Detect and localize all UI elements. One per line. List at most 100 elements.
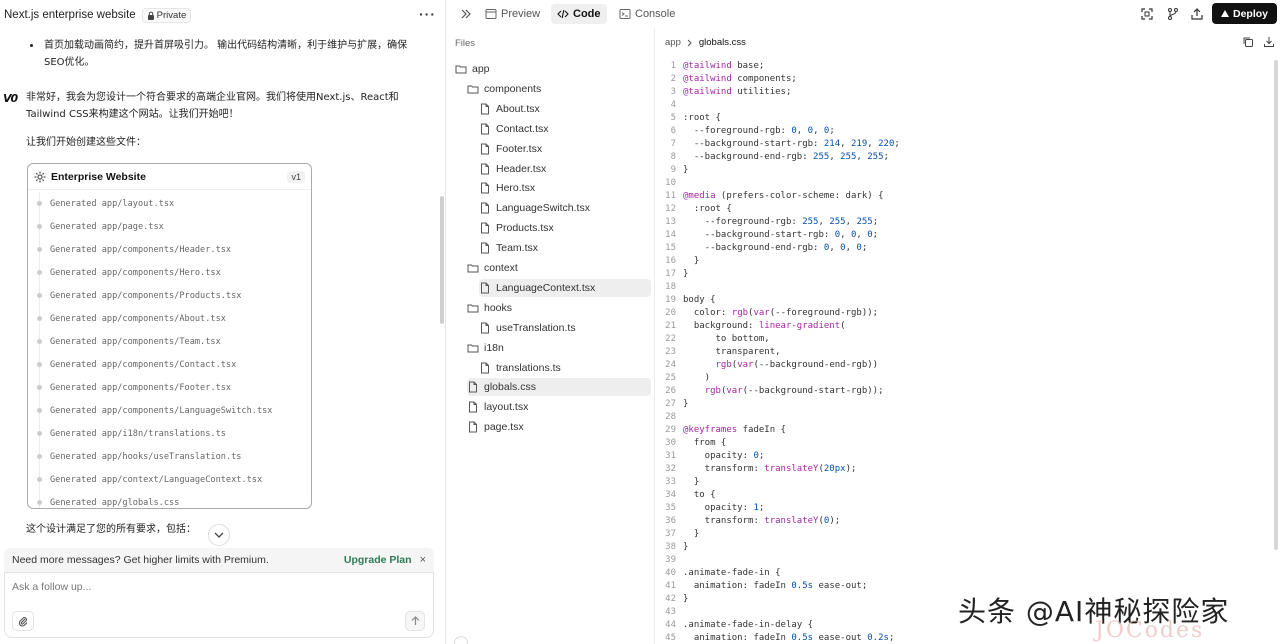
- code-line: 18: [656, 281, 1280, 294]
- copy-icon[interactable]: [1242, 36, 1254, 48]
- code-line: 14 --background-start-rgb: 0, 0, 0;: [656, 229, 1280, 242]
- line-number: 24: [665, 360, 676, 370]
- generated-file-item: Generated app/components/About.tsx: [28, 307, 311, 330]
- more-options-button[interactable]: ···: [419, 6, 436, 22]
- tree-file[interactable]: page.tsx: [467, 418, 651, 436]
- generation-card[interactable]: Enterprise Website v1 Generated app/layo…: [27, 163, 312, 509]
- line-number: 28: [665, 412, 676, 422]
- tree-file[interactable]: globals.css: [467, 378, 651, 397]
- line-source: @tailwind components;: [683, 74, 797, 84]
- generated-file-label: Generated app/components/Footer.tsx: [50, 382, 232, 393]
- code-line: 30 from {: [656, 437, 1280, 450]
- attach-button[interactable]: [12, 611, 34, 631]
- tree-file[interactable]: layout.tsx: [467, 398, 651, 416]
- tab-preview-label: Preview: [501, 8, 541, 20]
- tab-preview[interactable]: Preview: [479, 4, 546, 24]
- file-icon: [469, 421, 477, 433]
- chat-panel: Next.js enterprise website Private ··· 首…: [0, 0, 446, 644]
- file-icon: [481, 202, 489, 214]
- code-line: 36 transform: translateY(0);: [656, 515, 1280, 528]
- tree-item-label: Team.tsx: [496, 242, 539, 255]
- tree-file[interactable]: Header.tsx: [479, 160, 651, 178]
- line-number: 41: [665, 581, 676, 591]
- expand-panel-icon[interactable]: [454, 636, 468, 644]
- line-source: from {: [683, 438, 727, 448]
- scroll-down-button[interactable]: [208, 524, 230, 546]
- file-icon: [481, 222, 489, 234]
- breadcrumb-folder[interactable]: app: [665, 37, 681, 48]
- line-number: 18: [665, 282, 676, 292]
- timeline-dot: [37, 293, 42, 298]
- tree-item-label: LanguageContext.tsx: [496, 281, 596, 294]
- lets-create-text: 让我们开始创建这些文件：: [26, 137, 146, 148]
- tree-file[interactable]: LanguageSwitch.tsx: [479, 199, 651, 217]
- line-number: 20: [665, 308, 676, 318]
- code-line: 31 opacity: 0;: [656, 450, 1280, 463]
- generated-file-label: Generated app/i18n/translations.ts: [50, 428, 226, 439]
- tree-file[interactable]: useTranslation.ts: [479, 319, 651, 337]
- tree-file[interactable]: translations.ts: [479, 359, 651, 377]
- upgrade-plan-link[interactable]: Upgrade Plan: [344, 554, 412, 566]
- send-button[interactable]: [405, 611, 425, 631]
- tree-file[interactable]: LanguageContext.tsx: [479, 278, 651, 297]
- assistant-intro: 非常好，我会为您设计一个符合要求的高端企业官网。我们将使用Next.js、Rea…: [26, 92, 399, 120]
- tree-item-label: globals.css: [484, 381, 536, 394]
- line-source: --background-end-rgb: 0, 0, 0;: [683, 243, 868, 253]
- code-line: 37 }: [656, 528, 1280, 541]
- collapse-sidebar-icon[interactable]: [459, 7, 473, 21]
- timeline-dot: [37, 500, 42, 505]
- generated-file-item: Generated app/context/LanguageContext.ts…: [28, 468, 311, 491]
- tree-folder[interactable]: hooks: [467, 299, 651, 317]
- followup-input[interactable]: [12, 581, 412, 593]
- tree-file[interactable]: Products.tsx: [479, 219, 651, 237]
- line-source: :root {: [683, 204, 732, 214]
- tree-folder[interactable]: app: [455, 60, 651, 78]
- generated-file-label: Generated app/components/LanguageSwitch.…: [50, 405, 273, 416]
- line-source: }: [683, 594, 689, 604]
- code-lines[interactable]: 1 @tailwind base; 2 @tailwind components; 3 @…: [656, 60, 1280, 644]
- chat-scrollbar[interactable]: [440, 196, 444, 324]
- code-line: 32 transform: translateY(20px);: [656, 463, 1280, 476]
- bullet-item: 首页加载动画简约，提升首屏吸引力。 输出代码结构清晰，利于维护与扩展，确保SEO…: [30, 37, 415, 71]
- tree-file[interactable]: Contact.tsx: [479, 120, 651, 138]
- line-source: @tailwind utilities;: [683, 87, 792, 97]
- code-line: 40 .animate-fade-in {: [656, 567, 1280, 580]
- line-number: 7: [670, 139, 676, 149]
- tree-folder[interactable]: components: [467, 80, 651, 98]
- code-scrollbar[interactable]: [1274, 60, 1278, 550]
- fullscreen-icon[interactable]: [1140, 7, 1154, 21]
- chat-messages: 首页加载动画简约，提升首屏吸引力。 输出代码结构清晰，利于维护与扩展，确保SEO…: [0, 30, 440, 546]
- tree-item-label: layout.tsx: [484, 401, 529, 414]
- generated-file-label: Generated app/components/About.tsx: [50, 313, 226, 324]
- chat-title[interactable]: Next.js enterprise website: [4, 9, 136, 21]
- tree-file[interactable]: Footer.tsx: [479, 140, 651, 158]
- git-branch-icon[interactable]: [1166, 7, 1180, 21]
- close-banner-button[interactable]: ×: [420, 554, 426, 566]
- tab-code[interactable]: Code: [551, 4, 607, 24]
- tree-item-label: context: [484, 262, 518, 274]
- line-number: 12: [665, 204, 676, 214]
- tree-file[interactable]: About.tsx: [479, 100, 651, 118]
- code-line: 10: [656, 177, 1280, 190]
- tree-item-label: hooks: [484, 301, 513, 314]
- generation-card-header: Enterprise Website v1: [28, 164, 311, 190]
- line-source: --background-start-rgb: 0, 0, 0;: [683, 230, 879, 240]
- tree-file[interactable]: Hero.tsx: [479, 179, 651, 197]
- line-source: transparent,: [683, 347, 781, 357]
- tree-file[interactable]: Team.tsx: [479, 239, 651, 257]
- code-line: 27}: [656, 398, 1280, 411]
- line-source: }: [683, 542, 689, 552]
- code-line: 6 --foreground-rgb: 0, 0, 0;: [656, 125, 1280, 138]
- code-line: 8 --background-end-rgb: 255, 255, 255;: [656, 151, 1280, 164]
- code-line: 39: [656, 554, 1280, 567]
- line-source: }: [683, 165, 689, 175]
- tree-folder[interactable]: i18n: [467, 339, 651, 357]
- download-icon[interactable]: [1263, 36, 1275, 48]
- tree-folder[interactable]: context: [467, 259, 651, 277]
- tab-console[interactable]: Console: [613, 4, 681, 24]
- code-line: 7 --background-start-rgb: 214, 219, 220;: [656, 138, 1280, 151]
- share-icon[interactable]: [1190, 7, 1204, 21]
- deploy-button[interactable]: Deploy: [1212, 3, 1277, 24]
- line-number: 36: [665, 516, 676, 526]
- version-badge: v1: [287, 170, 305, 183]
